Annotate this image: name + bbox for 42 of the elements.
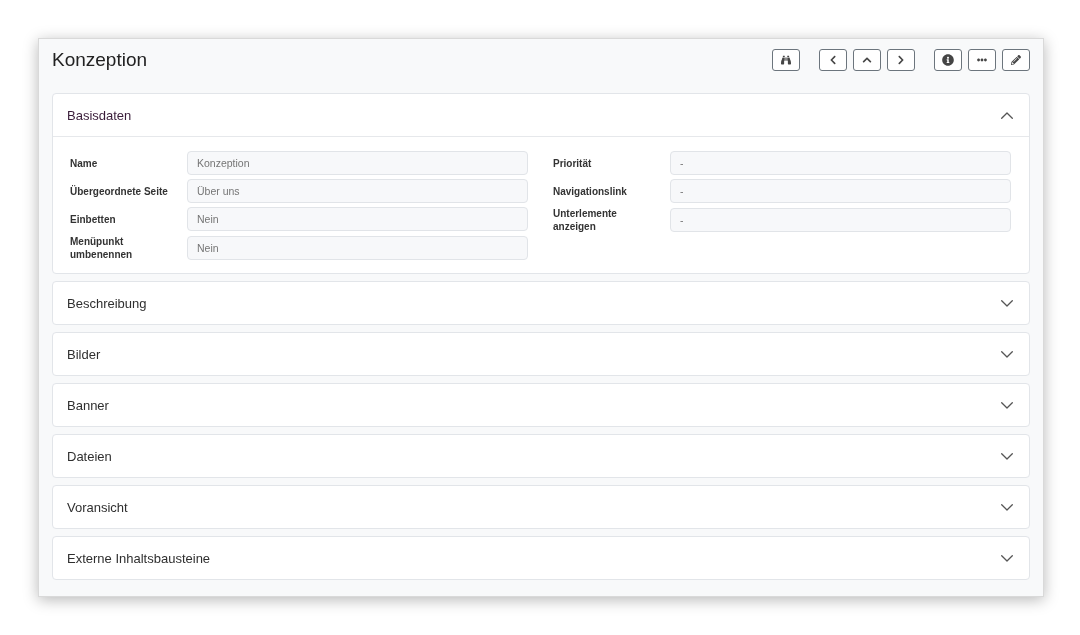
field-label: Navigationslink <box>553 184 628 198</box>
edit-button[interactable] <box>1002 49 1030 71</box>
chevron-down-icon <box>1001 554 1013 562</box>
pencil-icon <box>1011 55 1021 65</box>
field-label: Einbetten <box>70 212 117 226</box>
page-title: Konzeption <box>52 49 148 71</box>
accordion-header[interactable]: Bilder <box>53 333 1029 375</box>
text-field[interactable]: - <box>670 208 1011 232</box>
accordion-header[interactable]: Voransicht <box>53 486 1029 528</box>
accordion-header[interactable]: Externe Inhaltsbausteine <box>53 537 1029 579</box>
text-field[interactable]: - <box>670 179 1011 203</box>
binoculars-icon <box>781 55 791 65</box>
text-field[interactable]: Über uns <box>187 179 528 203</box>
accordion-header[interactable]: Dateien <box>53 435 1029 477</box>
field-label: Name <box>70 156 99 170</box>
text-field[interactable]: Nein <box>187 236 528 260</box>
accordion-header[interactable]: Banner <box>53 384 1029 426</box>
info-button[interactable] <box>934 49 962 71</box>
accordion-header[interactable]: Beschreibung <box>53 282 1029 324</box>
chevron-right-icon <box>896 55 906 65</box>
chevron-down-icon <box>1001 452 1013 460</box>
more-button[interactable] <box>968 49 996 71</box>
info-icon <box>942 54 954 66</box>
chevron-down-icon <box>1001 299 1013 307</box>
field-label: Priorität <box>553 156 593 170</box>
field-label: Unterlemente anzeigen <box>553 207 618 233</box>
chevron-left-icon <box>828 55 838 65</box>
field-label: Menüpunkt umbenennen <box>70 235 134 261</box>
chevron-up-icon <box>862 55 872 65</box>
accordion-header[interactable]: Basisdaten <box>53 94 1029 136</box>
text-field[interactable]: Nein <box>187 207 528 231</box>
next-button[interactable] <box>887 49 915 71</box>
chevron-down-icon <box>1001 350 1013 358</box>
field-label: Übergeordnete Seite <box>70 184 169 198</box>
previous-button[interactable] <box>819 49 847 71</box>
chevron-down-icon <box>1001 503 1013 511</box>
search-button[interactable] <box>772 49 800 71</box>
up-button[interactable] <box>853 49 881 71</box>
chevron-down-icon <box>1001 401 1013 409</box>
text-field[interactable]: Konzeption <box>187 151 528 175</box>
chevron-up-icon <box>1001 111 1013 119</box>
text-field[interactable]: - <box>670 151 1011 175</box>
